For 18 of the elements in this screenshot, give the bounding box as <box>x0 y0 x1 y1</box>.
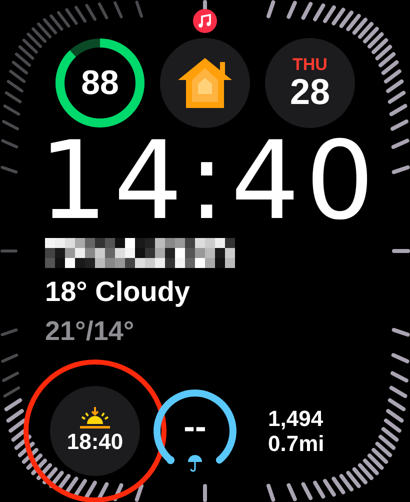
day-of-month: 28 <box>290 74 330 110</box>
sunset-time: 18:40 <box>66 429 124 455</box>
date-complication[interactable]: THU 28 <box>265 38 355 128</box>
clock-time: 14:40 <box>39 132 365 232</box>
music-badge-icon[interactable] <box>193 9 217 33</box>
house-icon <box>176 56 234 110</box>
weekday: THU <box>292 56 328 74</box>
rain-complication[interactable]: -- <box>150 386 240 476</box>
battery-percentage: 88 <box>81 64 119 102</box>
sunset-icon <box>79 407 111 429</box>
umbrella-icon <box>187 454 203 472</box>
weather-condition: 18° Cloudy <box>45 276 190 308</box>
distance: 0.7mi <box>268 431 324 456</box>
battery-complication[interactable]: 88 <box>55 38 145 128</box>
rain-value: -- <box>184 408 206 446</box>
step-count: 1,494 <box>268 406 324 431</box>
sunset-complication[interactable]: 18:40 <box>50 386 140 476</box>
temperature-range: 21°/14° <box>45 316 134 346</box>
